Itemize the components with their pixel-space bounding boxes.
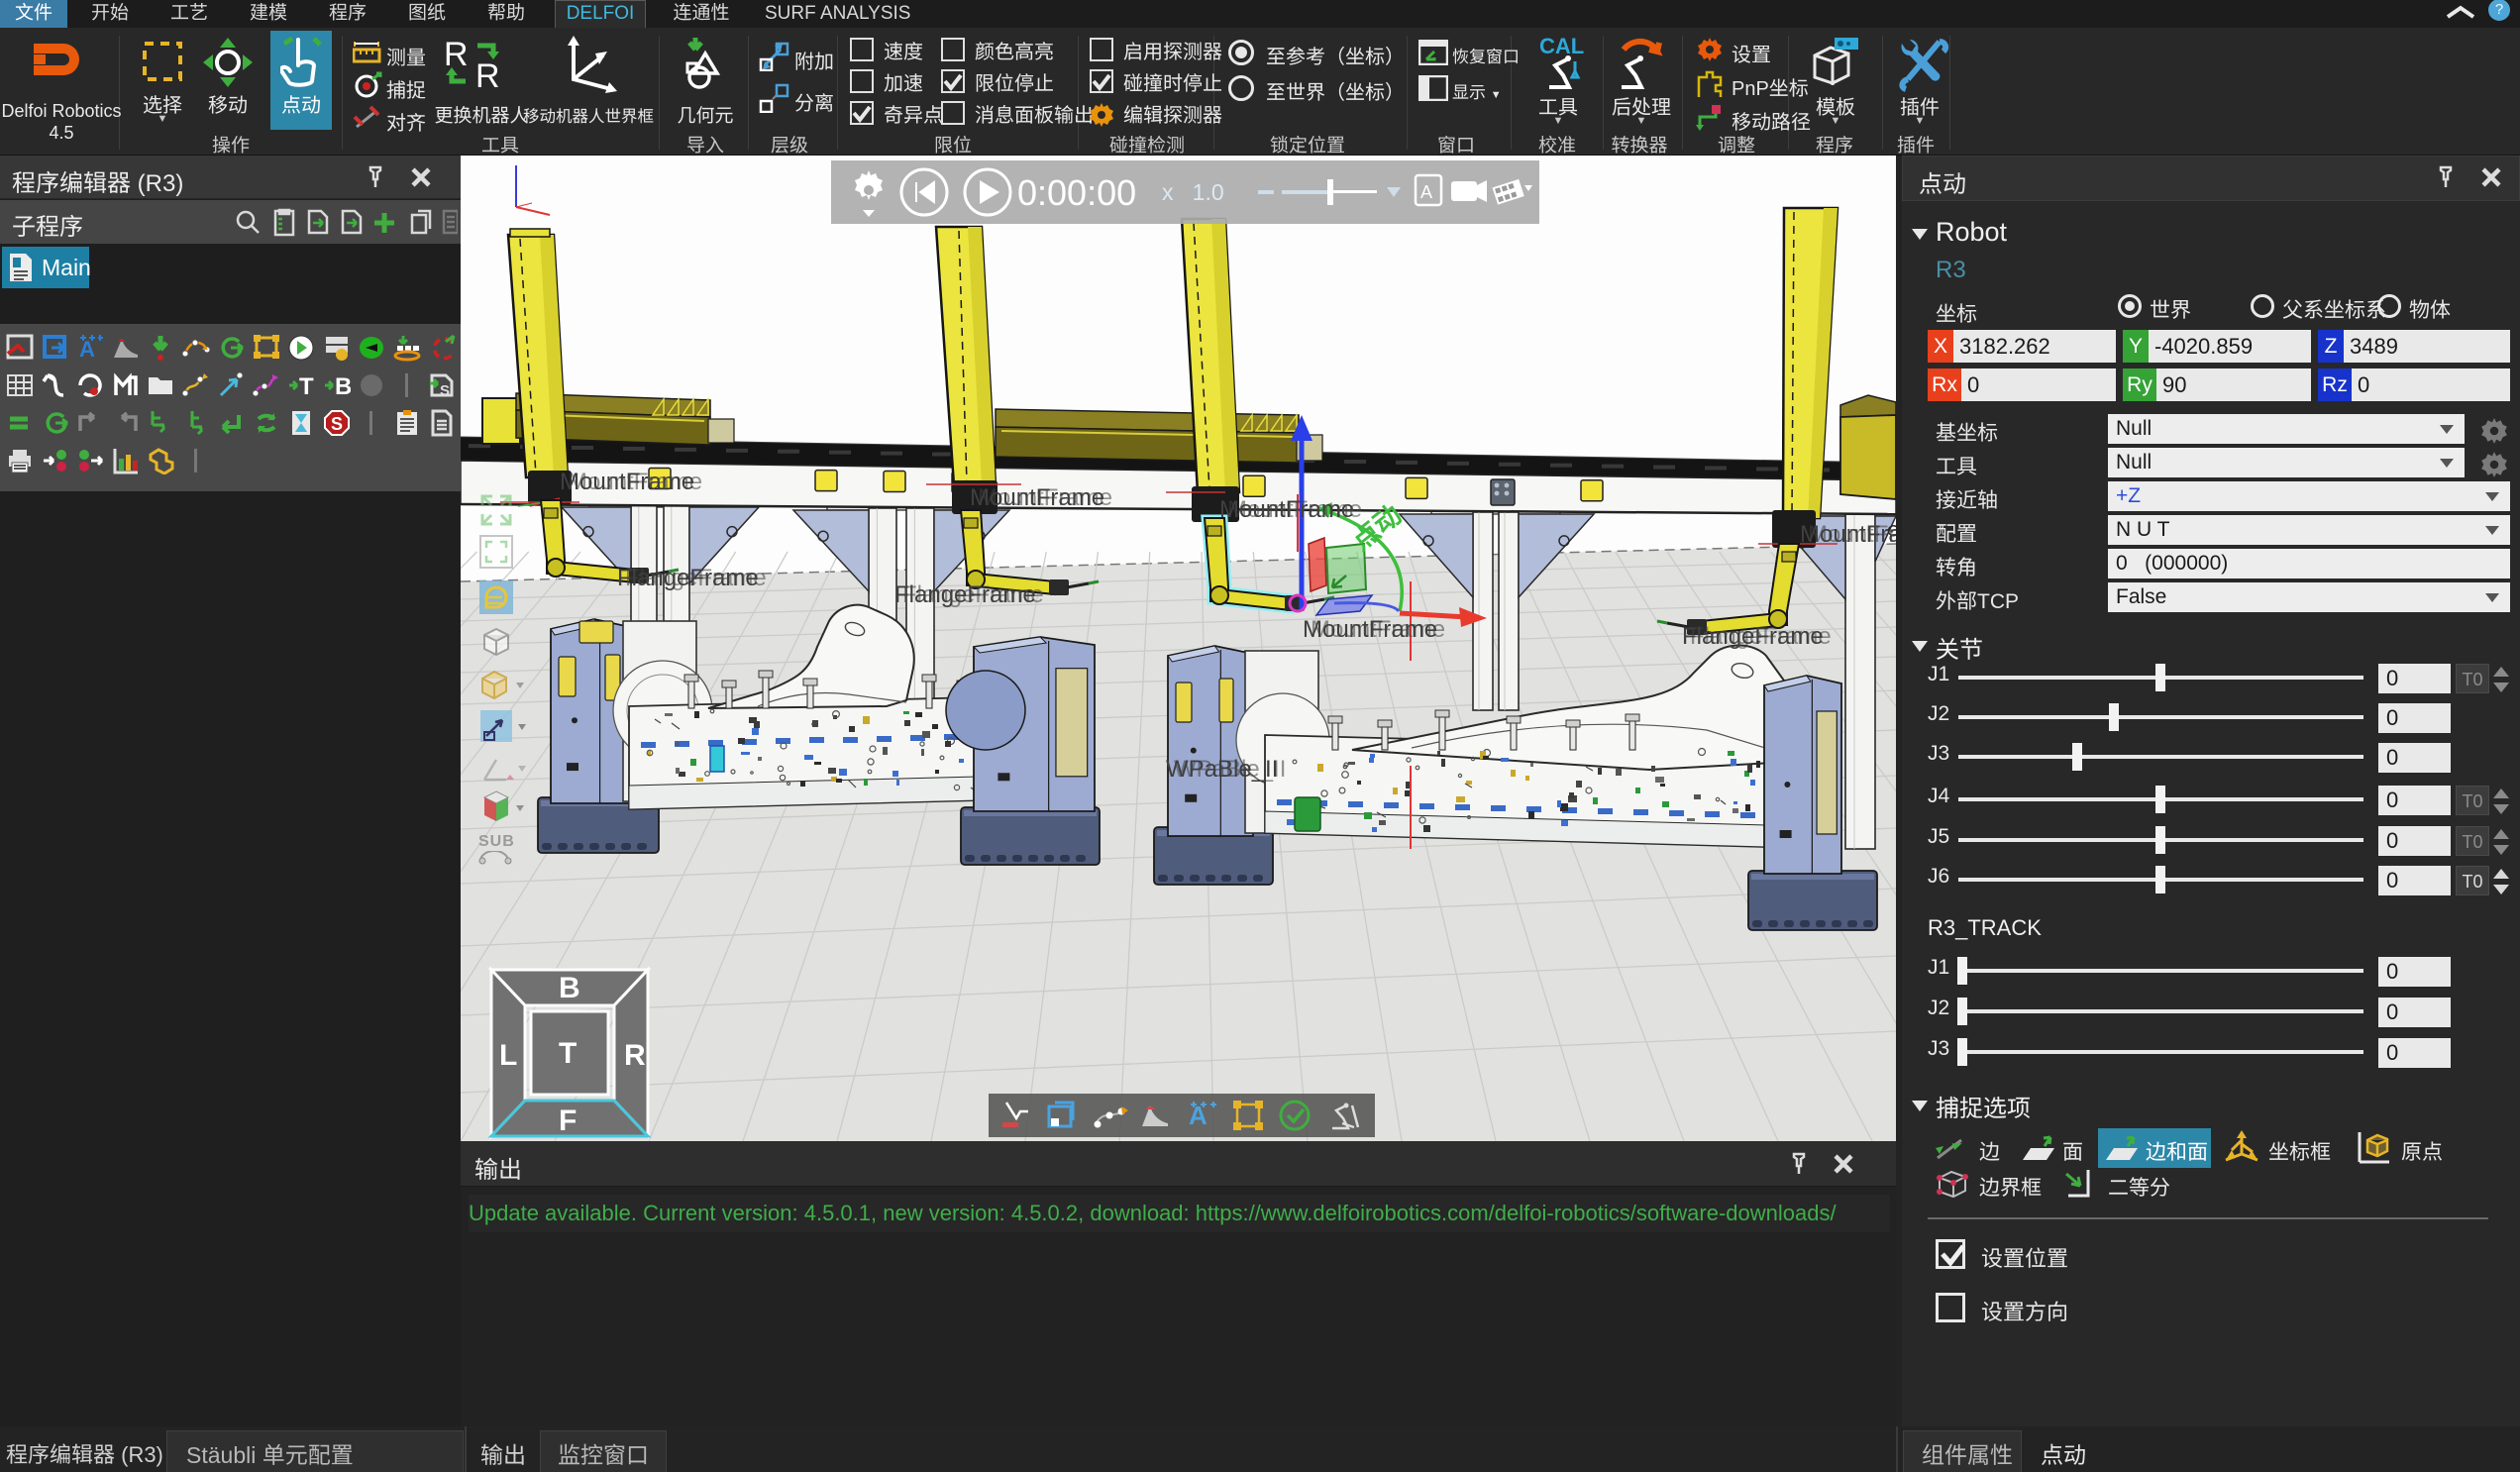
svg-text:S: S [331,414,343,434]
svg-text:R: R [624,1039,646,1072]
svg-text:B: B [559,972,580,1004]
svg-text:T: T [559,1037,577,1070]
svg-text:A: A [1420,182,1432,202]
svg-text:S: S [440,382,450,399]
svg-text:R: R [475,57,500,93]
svg-text:F: F [559,1104,577,1137]
svg-text:T: T [299,373,314,399]
svg-text:B: B [335,373,351,399]
svg-text:R: R [444,36,469,73]
svg-text:CAL: CAL [1539,36,1584,58]
svg-text:L: L [499,1039,517,1072]
